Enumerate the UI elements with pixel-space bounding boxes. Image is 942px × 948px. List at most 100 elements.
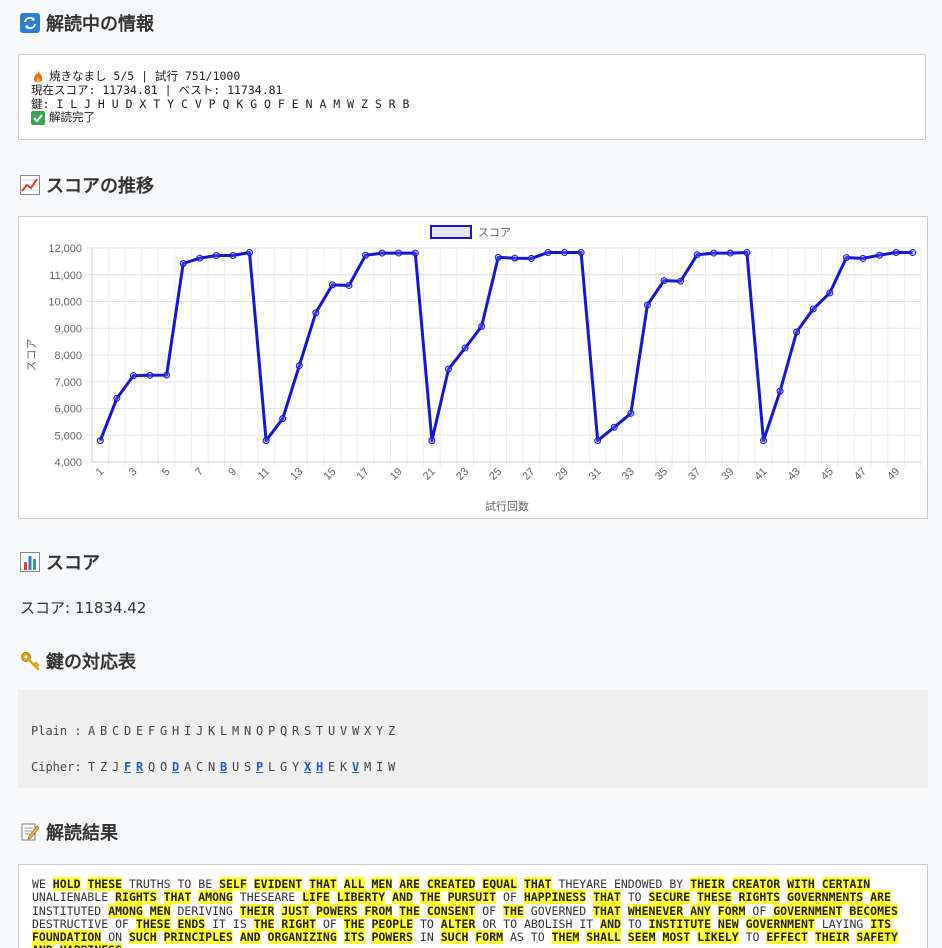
score-data-point[interactable] xyxy=(378,249,386,257)
score-data-point[interactable] xyxy=(876,251,884,259)
score-data-point[interactable] xyxy=(776,387,784,395)
score-data-point[interactable] xyxy=(163,371,171,379)
score-data-point[interactable] xyxy=(494,253,502,261)
matched-word: ARE xyxy=(870,890,891,905)
score-data-point[interactable] xyxy=(328,281,336,289)
result-section-title: 解読結果 xyxy=(20,820,118,844)
score-data-point[interactable] xyxy=(179,260,187,268)
cipher-letter-changed[interactable]: F xyxy=(124,760,132,774)
matched-word: SAFETY xyxy=(856,930,898,945)
matched-word: AND xyxy=(392,890,413,905)
y-tick-label: 4,000 xyxy=(54,457,82,469)
cipher-letter-changed[interactable]: V xyxy=(352,760,360,774)
unmatched-word: THEYARE xyxy=(558,877,607,891)
score-data-point[interactable] xyxy=(229,251,237,259)
y-tick-label: 5,000 xyxy=(54,430,82,442)
legend-label[interactable]: スコア xyxy=(478,227,511,239)
score-data-point[interactable] xyxy=(478,322,486,330)
score-data-point[interactable] xyxy=(395,249,403,257)
x-tick-label: 25 xyxy=(487,466,504,483)
score-data-point[interactable] xyxy=(759,437,767,445)
score-data-point[interactable] xyxy=(295,362,303,370)
matched-word: PEOPLE xyxy=(371,916,414,931)
plain-letter: G xyxy=(159,724,168,738)
legend-swatch[interactable] xyxy=(430,225,472,239)
plain-letter: D xyxy=(123,724,132,738)
score-data-point[interactable] xyxy=(246,249,254,257)
score-data-point[interactable] xyxy=(677,277,685,285)
score-data-point[interactable] xyxy=(129,372,137,380)
plain-label: Plain : xyxy=(31,724,82,738)
score-data-point[interactable] xyxy=(859,254,867,262)
score-data-point[interactable] xyxy=(660,277,668,285)
matched-word: HAPPINESS xyxy=(59,943,123,948)
unmatched-word: BE xyxy=(198,877,213,891)
score-data-point[interactable] xyxy=(196,254,204,262)
score-data-point[interactable] xyxy=(279,415,287,423)
score-data-point[interactable] xyxy=(345,281,353,289)
cipher-letter-changed[interactable]: D xyxy=(172,760,180,774)
plain-letter: V xyxy=(339,724,348,738)
score-data-point[interactable] xyxy=(726,249,734,257)
score-data-point[interactable] xyxy=(743,249,751,257)
matched-word: FROM xyxy=(364,903,393,918)
score-data-point[interactable] xyxy=(710,249,718,257)
unmatched-word: LAYING xyxy=(821,916,864,931)
score-data-point[interactable] xyxy=(561,249,569,257)
x-tick-label: 1 xyxy=(94,466,107,479)
plain-letter: Y xyxy=(375,724,384,738)
score-data-point[interactable] xyxy=(444,365,452,373)
cipher-letter-changed[interactable]: R xyxy=(136,760,144,774)
key-icon xyxy=(21,652,40,671)
matched-word: THEIR xyxy=(690,877,725,891)
score-data-point[interactable] xyxy=(428,437,436,445)
score-data-point[interactable] xyxy=(411,249,419,257)
matched-word: SUCH xyxy=(128,930,157,945)
x-tick-label: 21 xyxy=(421,466,438,483)
x-tick-label: 15 xyxy=(321,466,338,483)
score-data-point[interactable] xyxy=(643,301,651,309)
score-data-point[interactable] xyxy=(212,251,220,259)
score-data-point[interactable] xyxy=(594,437,602,445)
score-data-point[interactable] xyxy=(842,254,850,262)
score-data-point[interactable] xyxy=(809,305,817,313)
score-data-point[interactable] xyxy=(693,251,701,259)
score-data-point[interactable] xyxy=(610,423,618,431)
score-data-point[interactable] xyxy=(511,254,519,262)
x-tick-label: 17 xyxy=(355,466,372,483)
score-data-point[interactable] xyxy=(362,251,370,259)
score-data-point[interactable] xyxy=(312,309,320,317)
cipher-letter-changed[interactable]: X xyxy=(304,760,312,774)
cipher-letter-changed[interactable]: H xyxy=(316,760,324,774)
score-data-point[interactable] xyxy=(577,249,585,257)
cipher-letter-changed[interactable]: P xyxy=(256,760,264,774)
matched-word: THESE xyxy=(135,916,171,931)
unmatched-word: TO xyxy=(503,916,517,931)
score-data-point[interactable] xyxy=(113,394,121,402)
cipher-letter: G xyxy=(279,760,288,774)
matched-word: CONSENT xyxy=(426,903,476,918)
progress-line: 焼きなまし 5/5 | 試行 751/1000 xyxy=(31,70,913,84)
matched-word: THESE xyxy=(696,890,732,905)
score-data-point[interactable] xyxy=(627,409,635,417)
cipher-letter: O xyxy=(159,760,168,774)
plain-letter: I xyxy=(183,724,192,738)
score-data-point[interactable] xyxy=(909,249,917,257)
x-tick-label: 13 xyxy=(288,466,305,483)
matched-word: JUST xyxy=(281,903,310,918)
cipher-letter-changed[interactable]: B xyxy=(220,760,228,774)
matched-word: AND xyxy=(239,930,261,945)
matched-word: ANY xyxy=(690,903,711,918)
unmatched-word: THESEARE xyxy=(239,890,296,905)
score-data-point[interactable] xyxy=(892,249,900,257)
score-data-point[interactable] xyxy=(146,371,154,379)
score-data-point[interactable] xyxy=(461,344,469,352)
score-data-point[interactable] xyxy=(793,328,801,336)
score-data-point[interactable] xyxy=(527,254,535,262)
score-data-point[interactable] xyxy=(826,289,834,297)
score-data-point[interactable] xyxy=(96,437,104,445)
score-data-point[interactable] xyxy=(544,249,552,257)
cipher-letter: E xyxy=(327,760,336,774)
matched-word: SELF xyxy=(219,877,247,891)
score-data-point[interactable] xyxy=(262,437,270,445)
